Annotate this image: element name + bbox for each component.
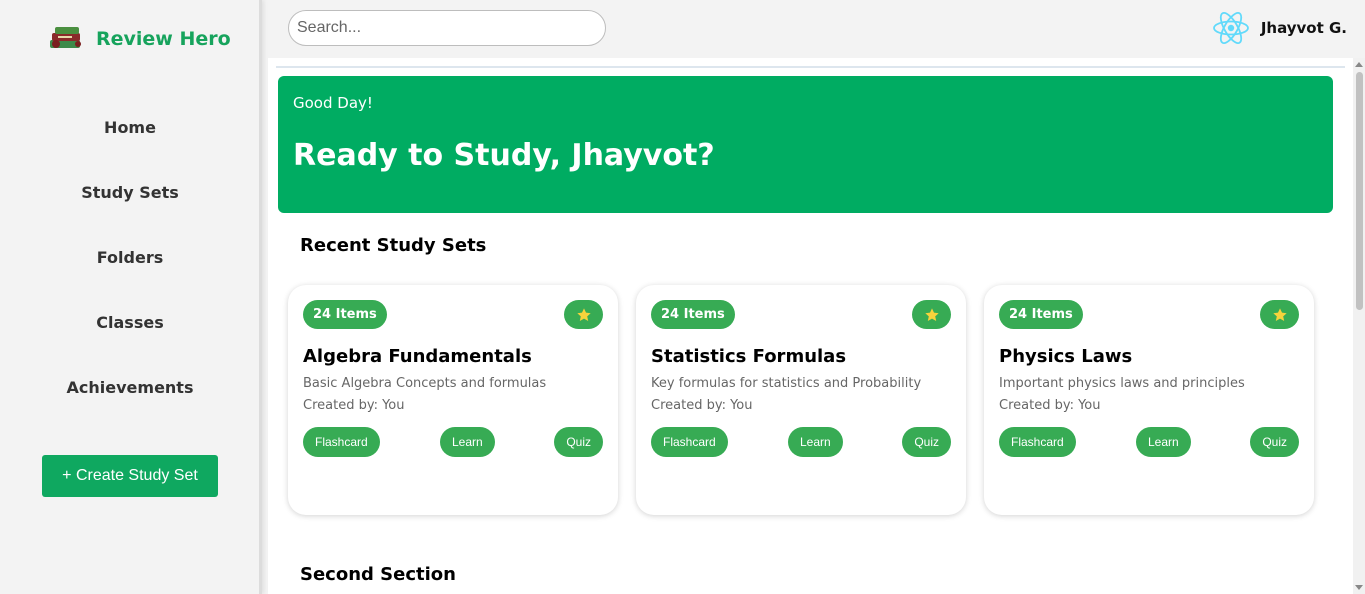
books-icon <box>50 27 81 48</box>
item-count-badge: 24 Items <box>303 300 387 329</box>
flashcard-button[interactable]: Flashcard <box>651 427 728 457</box>
study-set-description: Key formulas for statistics and Probabil… <box>651 376 922 391</box>
divider <box>276 66 1345 68</box>
favorite-button[interactable] <box>912 300 951 329</box>
study-set-author: Created by: You <box>651 398 753 413</box>
flashcard-button[interactable]: Flashcard <box>303 427 380 457</box>
study-set-title[interactable]: Statistics Formulas <box>651 346 846 367</box>
welcome-banner: Good Day! Ready to Study, Jhayvot? <box>278 76 1333 213</box>
sidebar-item-achievements[interactable]: Achievements <box>0 378 260 397</box>
user-profile[interactable]: Jhayvot G. <box>1211 8 1347 48</box>
create-study-set-button[interactable]: + Create Study Set <box>42 455 218 497</box>
sidebar-item-folders[interactable]: Folders <box>0 248 260 267</box>
scrollbar-thumb[interactable] <box>1356 72 1363 310</box>
main-content: Good Day! Ready to Study, Jhayvot? Recen… <box>268 58 1353 594</box>
second-section-heading: Second Section <box>300 564 456 585</box>
study-set-card[interactable]: 24 Items Algebra Fundamentals Basic Alge… <box>288 285 618 515</box>
star-icon <box>576 307 591 321</box>
recent-study-sets-heading: Recent Study Sets <box>300 235 487 256</box>
sidebar-item-classes[interactable]: Classes <box>0 313 260 332</box>
brand-name: Review Hero <box>96 28 231 50</box>
favorite-button[interactable] <box>564 300 603 329</box>
search-input[interactable] <box>288 10 606 46</box>
sidebar-item-study-sets[interactable]: Study Sets <box>0 183 260 202</box>
study-set-card[interactable]: 24 Items Physics Laws Important physics … <box>984 285 1314 515</box>
star-icon <box>1272 307 1287 321</box>
learn-button[interactable]: Learn <box>1136 427 1191 457</box>
learn-button[interactable]: Learn <box>788 427 843 457</box>
top-bar: Jhayvot G. <box>268 0 1365 58</box>
item-count-badge: 24 Items <box>651 300 735 329</box>
study-set-title[interactable]: Physics Laws <box>999 346 1132 367</box>
sidebar-item-home[interactable]: Home <box>0 118 260 137</box>
hero-title: Ready to Study, Jhayvot? <box>293 138 715 173</box>
user-name: Jhayvot G. <box>1260 19 1347 37</box>
item-count-badge: 24 Items <box>999 300 1083 329</box>
quiz-button[interactable]: Quiz <box>1250 427 1299 457</box>
brand[interactable]: Review Hero <box>46 24 231 54</box>
flashcard-button[interactable]: Flashcard <box>999 427 1076 457</box>
quiz-button[interactable]: Quiz <box>554 427 603 457</box>
react-atom-icon <box>1212 12 1249 44</box>
learn-button[interactable]: Learn <box>440 427 495 457</box>
star-icon <box>924 307 939 321</box>
scroll-down-arrow-icon[interactable] <box>1355 585 1363 590</box>
study-set-card[interactable]: 24 Items Statistics Formulas Key formula… <box>636 285 966 515</box>
sidebar: Review Hero Home Study Sets Folders Clas… <box>0 0 262 594</box>
study-set-title[interactable]: Algebra Fundamentals <box>303 346 532 367</box>
quiz-button[interactable]: Quiz <box>902 427 951 457</box>
study-set-author: Created by: You <box>999 398 1101 413</box>
favorite-button[interactable] <box>1260 300 1299 329</box>
study-set-author: Created by: You <box>303 398 405 413</box>
study-set-description: Basic Algebra Concepts and formulas <box>303 376 547 391</box>
study-set-description: Important physics laws and principles <box>999 376 1245 391</box>
vertical-scrollbar[interactable] <box>1353 58 1365 594</box>
scroll-up-arrow-icon[interactable] <box>1355 62 1363 67</box>
greeting-text: Good Day! <box>293 94 373 112</box>
